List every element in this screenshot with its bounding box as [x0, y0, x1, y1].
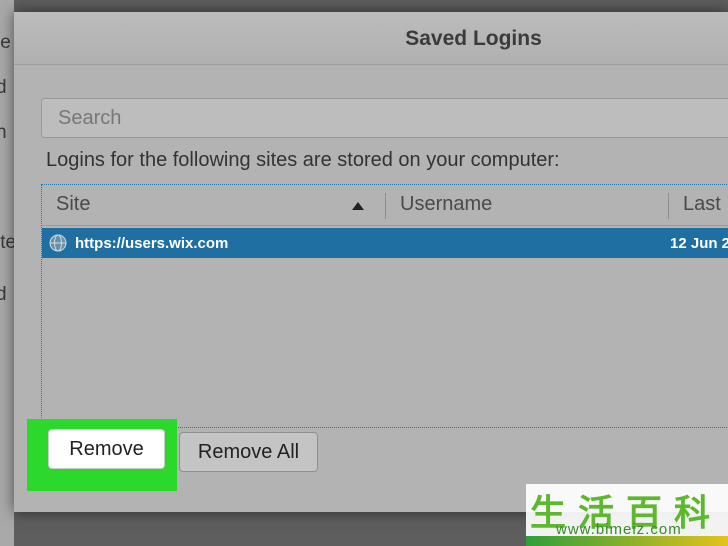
remove-all-button[interactable]: Remove All [179, 432, 318, 472]
background-text: d [0, 77, 7, 98]
remove-button[interactable]: Remove [48, 429, 165, 469]
table-header: Site Username Last [42, 185, 728, 226]
table-row[interactable]: https://users.wix.com 12 Jun 2 [42, 228, 728, 258]
background-text: ite [0, 232, 14, 253]
globe-icon [49, 234, 67, 252]
dialog-titlebar[interactable]: Saved Logins [14, 12, 728, 65]
background-text: n [0, 122, 7, 143]
row-site-url: https://users.wix.com [75, 235, 229, 252]
watermark-swoosh [526, 536, 728, 546]
column-header-username[interactable]: Username [400, 193, 492, 216]
sort-ascending-icon [352, 202, 364, 210]
watermark-logo: 生活百科 www.bimeiz.com [526, 484, 728, 546]
background-window: le d n ite d [0, 0, 14, 546]
column-divider[interactable] [668, 193, 669, 219]
logins-table: Site Username Last https://users.wix.com… [41, 184, 728, 428]
column-header-last[interactable]: Last [683, 193, 721, 216]
background-text: d [0, 284, 7, 305]
remove-button-highlight: Remove [27, 419, 177, 491]
column-header-site[interactable]: Site [56, 193, 90, 216]
dialog-title: Saved Logins [405, 27, 542, 50]
row-last-changed: 12 Jun 2 [670, 235, 728, 252]
logins-description: Logins for the following sites are store… [46, 149, 560, 171]
background-text: le [0, 32, 11, 53]
column-divider[interactable] [385, 193, 386, 219]
search-input[interactable] [41, 98, 728, 138]
